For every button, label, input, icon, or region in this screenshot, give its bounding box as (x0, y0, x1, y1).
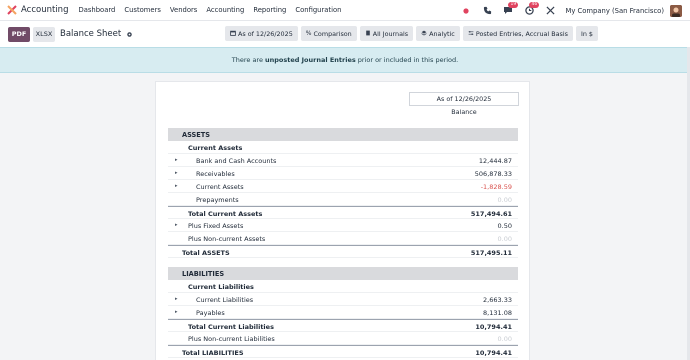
report-line[interactable]: ▸ Receivables 506,878.33 (168, 167, 518, 180)
analytic-filter-button[interactable]: Analytic (416, 26, 460, 41)
messages-icon[interactable]: 19 (502, 1, 519, 17)
report-line[interactable]: ▸ Payables 8,131.08 (168, 306, 518, 319)
line-label: Payables (196, 309, 225, 317)
line-balance[interactable]: -1,828.59 (481, 183, 512, 191)
percent-icon: % (305, 30, 312, 37)
notice-suffix: prior or included in this period. (357, 56, 459, 64)
liabilities-section-header[interactable]: LIABILITIES (168, 267, 518, 280)
line-label: Plus Non-current Assets (188, 235, 266, 243)
report-line: Plus Non-current Liabilities 0.00 (168, 332, 518, 345)
line-label: Total ASSETS (182, 249, 230, 257)
report-line[interactable]: ▸ Current Assets -1,828.59 (168, 180, 518, 193)
user-avatar[interactable] (670, 4, 682, 17)
gear-icon[interactable] (126, 31, 133, 38)
xlsx-button[interactable]: XLSX (33, 26, 55, 42)
report-line: Total LIABILITIES 10,794.41 (168, 345, 518, 358)
app-name[interactable]: Accounting (21, 5, 68, 15)
column-balance-subheader: Balance (451, 108, 477, 116)
report-line: Current Liabilities (168, 280, 518, 293)
activities-badge: 46 (529, 1, 540, 8)
expand-caret-icon[interactable]: ▸ (175, 170, 178, 176)
report-line: Total ASSETS 517,495.11 (168, 245, 518, 258)
line-label: Total Current Liabilities (188, 323, 274, 331)
tools-icon[interactable] (544, 5, 556, 17)
report-line: Prepayments 0.00 (168, 193, 518, 206)
report-line[interactable]: ▸ Plus Fixed Assets 0.50 (168, 219, 518, 232)
line-balance[interactable]: 2,663.33 (483, 296, 512, 304)
line-balance[interactable]: 0.00 (498, 196, 512, 204)
line-balance[interactable]: 10,794.41 (475, 323, 512, 331)
line-balance[interactable]: 506,878.33 (475, 170, 512, 178)
line-balance[interactable]: 517,494.61 (471, 210, 512, 218)
line-label: Bank and Cash Accounts (196, 157, 277, 165)
status-dot-icon[interactable] (460, 5, 472, 17)
line-label: Current Liabilities (196, 296, 254, 304)
pdf-button[interactable]: PDF (8, 26, 30, 42)
date-filter-button[interactable]: As of 12/26/2025 (225, 26, 298, 41)
comparison-filter-label: Comparison (313, 29, 352, 38)
menu-accounting[interactable]: Accounting (206, 6, 244, 14)
expand-caret-icon[interactable]: ▸ (175, 157, 178, 163)
line-label: Prepayments (196, 196, 239, 204)
messages-badge: 19 (508, 1, 519, 8)
report-line[interactable]: ▸ Current Liabilities 2,663.33 (168, 293, 518, 306)
line-balance[interactable]: 0.00 (498, 335, 512, 343)
assets-section-header[interactable]: ASSETS (168, 128, 518, 141)
calendar-icon (230, 30, 236, 38)
line-balance[interactable]: 517,495.11 (471, 249, 512, 257)
column-date-header[interactable]: As of 12/26/2025 (409, 92, 519, 106)
expand-caret-icon[interactable]: ▸ (175, 222, 178, 228)
line-label: Plus Fixed Assets (188, 222, 244, 230)
currency-filter-label: In $ (580, 29, 594, 38)
report-line: Current Assets (168, 141, 518, 154)
line-balance[interactable]: 0.00 (498, 235, 512, 243)
accounting-app-icon[interactable] (7, 5, 17, 15)
comparison-filter-button[interactable]: % Comparison (300, 26, 357, 41)
phone-icon[interactable] (481, 5, 493, 17)
unposted-entries-notice: There are unposted Journal Entries prior… (0, 47, 690, 73)
line-balance[interactable]: 12,444.87 (479, 157, 512, 165)
line-label: Current Assets (196, 183, 244, 191)
entries-filter-label: Posted Entries, Accrual Basis (475, 29, 568, 38)
line-balance[interactable]: 10,794.41 (475, 349, 512, 357)
journals-filter-label: All Journals (372, 29, 409, 38)
line-label: Current Liabilities (188, 283, 254, 291)
control-panel: PDF XLSX Balance Sheet As of 12/26/2025 … (0, 21, 690, 47)
page-title: Balance Sheet (60, 29, 122, 39)
entries-filter-button[interactable]: Posted Entries, Accrual Basis (462, 26, 573, 41)
balance-sheet-report: As of 12/26/2025 Balance ASSETS Current … (155, 81, 530, 360)
expand-caret-icon[interactable]: ▸ (175, 183, 178, 189)
expand-caret-icon[interactable]: ▸ (175, 296, 178, 302)
currency-filter-button[interactable]: In $ (575, 26, 599, 41)
sliders-icon (468, 30, 474, 38)
report-line[interactable]: ▸ Bank and Cash Accounts 12,444.87 (168, 154, 518, 167)
line-label: Plus Non-current Liabilities (188, 335, 275, 343)
report-filters: As of 12/26/2025 % Comparison All Journa… (225, 26, 601, 41)
line-balance[interactable]: 8,131.08 (483, 309, 512, 317)
menu-configuration[interactable]: Configuration (295, 6, 341, 14)
journals-filter-button[interactable]: All Journals (359, 26, 414, 41)
line-label: Total Current Assets (188, 210, 263, 218)
line-label: Current Assets (188, 144, 243, 152)
activities-clock-icon[interactable]: 46 (523, 1, 540, 17)
report-line: Total Current Assets 517,494.61 (168, 206, 518, 219)
notice-prefix: There are (231, 56, 263, 64)
unposted-entries-link[interactable]: unposted Journal Entries (265, 56, 356, 64)
expand-caret-icon[interactable]: ▸ (175, 309, 178, 315)
line-label: Total LIABILITIES (182, 349, 244, 357)
company-switcher[interactable]: My Company (San Francisco) (565, 7, 664, 15)
book-icon (365, 30, 371, 38)
report-line: Total Current Liabilities 10,794.41 (168, 319, 518, 332)
menu-reporting[interactable]: Reporting (253, 6, 286, 14)
line-label: Receivables (196, 170, 235, 178)
top-navbar: Accounting Dashboard Customers Vendors A… (0, 0, 690, 21)
layers-icon (421, 30, 427, 38)
line-balance[interactable]: 0.50 (498, 222, 512, 230)
report-line: Plus Non-current Assets 0.00 (168, 232, 518, 245)
menu-customers[interactable]: Customers (124, 6, 161, 14)
date-filter-label: As of 12/26/2025 (238, 29, 293, 38)
analytic-filter-label: Analytic (429, 29, 455, 38)
menu-dashboard[interactable]: Dashboard (78, 6, 115, 14)
menu-vendors[interactable]: Vendors (170, 6, 197, 14)
